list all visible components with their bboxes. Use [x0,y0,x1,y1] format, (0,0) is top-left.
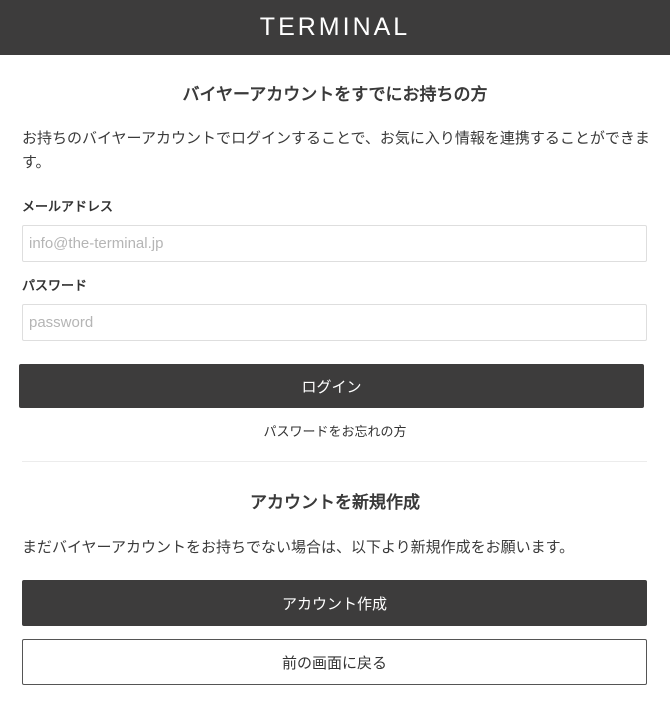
email-label: メールアドレス [22,200,114,215]
login-button[interactable]: ログイン [19,364,644,408]
forgot-password-link[interactable]: パスワードをお忘れの方 [0,421,670,440]
login-description: お持ちのバイヤーアカウントでログインすることで、お気に入り情報を連携することがで… [22,129,650,171]
email-input[interactable] [22,225,647,262]
create-account-button[interactable]: アカウント作成 [22,580,647,626]
signup-description: まだバイヤーアカウントをお持ちでない場合は、以下より新規作成をお願います。 [22,538,575,556]
signup-section-title: アカウントを新規作成 [250,493,420,513]
back-button[interactable]: 前の画面に戻る [22,639,647,685]
password-input[interactable] [22,304,647,341]
login-section-title: バイヤーアカウントをすでにお持ちの方 [182,85,488,105]
section-divider [22,461,647,462]
app-header: TERMINAL [0,0,670,55]
terminal-logo[interactable]: TERMINAL [260,13,410,42]
password-label: パスワード [22,279,88,294]
